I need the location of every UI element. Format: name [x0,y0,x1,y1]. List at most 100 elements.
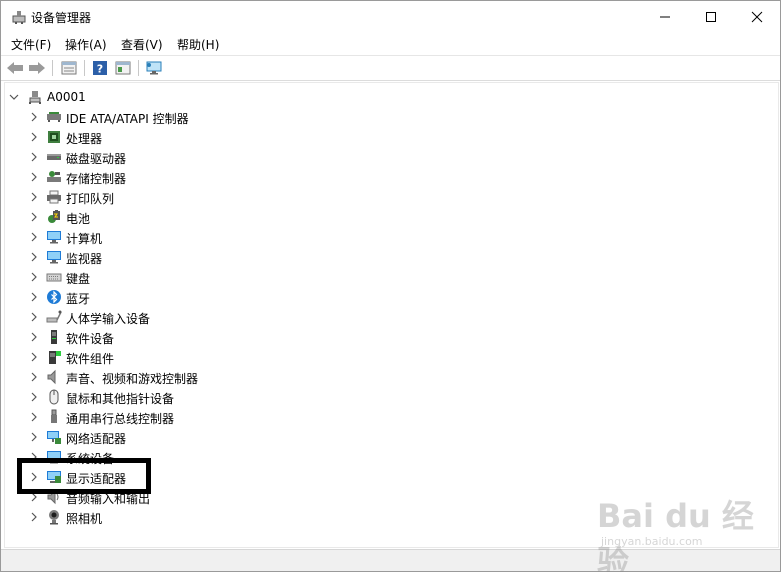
chevron-right-icon[interactable] [29,132,39,142]
chevron-down-icon[interactable] [9,92,19,102]
network-adapter-icon [47,431,61,444]
menu-view[interactable]: 查看(V) [121,36,163,53]
printer-icon [47,190,61,204]
tree-item-label: 处理器 [66,132,103,146]
processor-icon [48,131,60,143]
tree-item-label: 软件设备 [66,332,115,346]
tree-item-13[interactable]: 声音、视频和游戏控制器 [5,367,765,387]
tree-item-label: 电池 [66,212,91,226]
toolbar-separator [84,60,85,76]
tree-item-6[interactable]: 计算机 [5,227,765,247]
chevron-right-icon[interactable] [29,112,39,122]
display-adapter-icon [47,471,61,483]
chevron-right-icon[interactable] [29,352,39,362]
tree-item-5[interactable]: 电池 [5,207,765,227]
tree-item-19[interactable]: 音频输入和输出 [5,487,765,507]
tree-item-label: 照相机 [66,512,103,526]
computer-root-icon [29,91,41,104]
tree-item-label: 监视器 [66,252,103,266]
chevron-right-icon[interactable] [29,292,39,302]
system-device-icon [47,451,61,464]
chevron-right-icon[interactable] [29,492,39,502]
tree-item-12[interactable]: 软件组件 [5,347,765,367]
close-button[interactable] [734,1,780,32]
details-view-button[interactable] [113,59,133,77]
back-button[interactable] [5,59,25,77]
tree-item-17[interactable]: 系统设备 [5,447,765,467]
tree-item-10[interactable]: 人体学输入设备 [5,307,765,327]
device-manager-app-icon [12,11,26,24]
chevron-right-icon[interactable] [29,272,39,282]
tree-item-7[interactable]: 监视器 [5,247,765,267]
maximize-icon [706,11,716,22]
chevron-right-icon[interactable] [29,212,39,222]
toolbar-separator [52,60,53,76]
battery-icon [48,210,60,223]
device-manager-window: 设备管理器 文件(F) 操作(A) 查看(V) 帮助(H) ? A0001 ID… [0,0,781,572]
tree-item-label: IDE ATA/ATAPI 控制器 [66,112,189,126]
tree-root-node[interactable]: A0001 [5,87,765,107]
menu-bar: 文件(F) 操作(A) 查看(V) 帮助(H) [1,32,780,56]
menu-action[interactable]: 操作(A) [65,36,107,53]
scan-hardware-button[interactable] [144,59,164,77]
close-icon [751,11,763,22]
tree-item-label: 磁盘驱动器 [66,152,127,166]
sound-icon [47,369,56,385]
tree-item-1[interactable]: 处理器 [5,127,765,147]
maximize-button[interactable] [688,1,734,32]
chevron-right-icon[interactable] [29,192,39,202]
menu-help[interactable]: 帮助(H) [177,36,219,53]
tree-item-15[interactable]: 通用串行总线控制器 [5,407,765,427]
tree-item-0[interactable]: IDE ATA/ATAPI 控制器 [5,107,765,127]
tree-item-label: 音频输入和输出 [66,492,151,506]
chevron-right-icon[interactable] [29,172,39,182]
chevron-right-icon[interactable] [29,452,39,462]
tree-item-label: 软件组件 [66,352,115,366]
tree-item-18[interactable]: 显示适配器 [5,467,765,487]
tree-item-8[interactable]: 键盘 [5,267,765,287]
camera-icon [49,510,59,525]
tree-item-16[interactable]: 网络适配器 [5,427,765,447]
menu-file[interactable]: 文件(F) [11,36,51,53]
tree-item-label: 网络适配器 [66,432,127,446]
tree-item-label: 打印队列 [66,192,115,206]
chevron-right-icon[interactable] [29,252,39,262]
chevron-right-icon[interactable] [29,152,39,162]
tree-item-label: 通用串行总线控制器 [66,412,175,426]
chevron-right-icon[interactable] [29,412,39,422]
storage-controller-icon [47,171,61,182]
chevron-right-icon[interactable] [29,232,39,242]
chevron-right-icon[interactable] [29,512,39,522]
mouse-icon [49,389,59,405]
back-arrow-icon [7,62,23,74]
tree-item-2[interactable]: 磁盘驱动器 [5,147,765,167]
tree-item-20[interactable]: 照相机 [5,507,765,527]
tree-item-14[interactable]: 鼠标和其他指针设备 [5,387,765,407]
chevron-right-icon[interactable] [29,372,39,382]
tree-item-label: 显示适配器 [66,472,127,486]
device-tree: A0001 IDE ATA/ATAPI 控制器 处理器磁盘驱动器存储控制器打印队列… [4,82,779,548]
tree-item-11[interactable]: 软件设备 [5,327,765,347]
bluetooth-icon [47,290,61,304]
properties-button[interactable] [59,59,79,77]
monitor-scan-icon [146,61,162,75]
chevron-right-icon[interactable] [29,392,39,402]
chevron-right-icon[interactable] [29,432,39,442]
minimize-button[interactable] [642,1,688,32]
ide-controller-icon [47,112,61,122]
tree-item-3[interactable]: 存储控制器 [5,167,765,187]
monitor-icon [47,251,61,264]
chevron-right-icon[interactable] [29,332,39,342]
tree-item-label: 存储控制器 [66,172,127,186]
keyboard-icon [46,273,62,282]
tree-item-label: 蓝牙 [66,292,91,306]
chevron-right-icon[interactable] [29,312,39,322]
tree-item-4[interactable]: 打印队列 [5,187,765,207]
tree-item-9[interactable]: 蓝牙 [5,287,765,307]
title-bar: 设备管理器 [1,1,780,32]
chevron-right-icon[interactable] [29,472,39,482]
help-button[interactable]: ? [90,59,110,77]
forward-button[interactable] [27,59,47,77]
minimize-icon [660,16,670,17]
details-view-icon [115,61,131,75]
